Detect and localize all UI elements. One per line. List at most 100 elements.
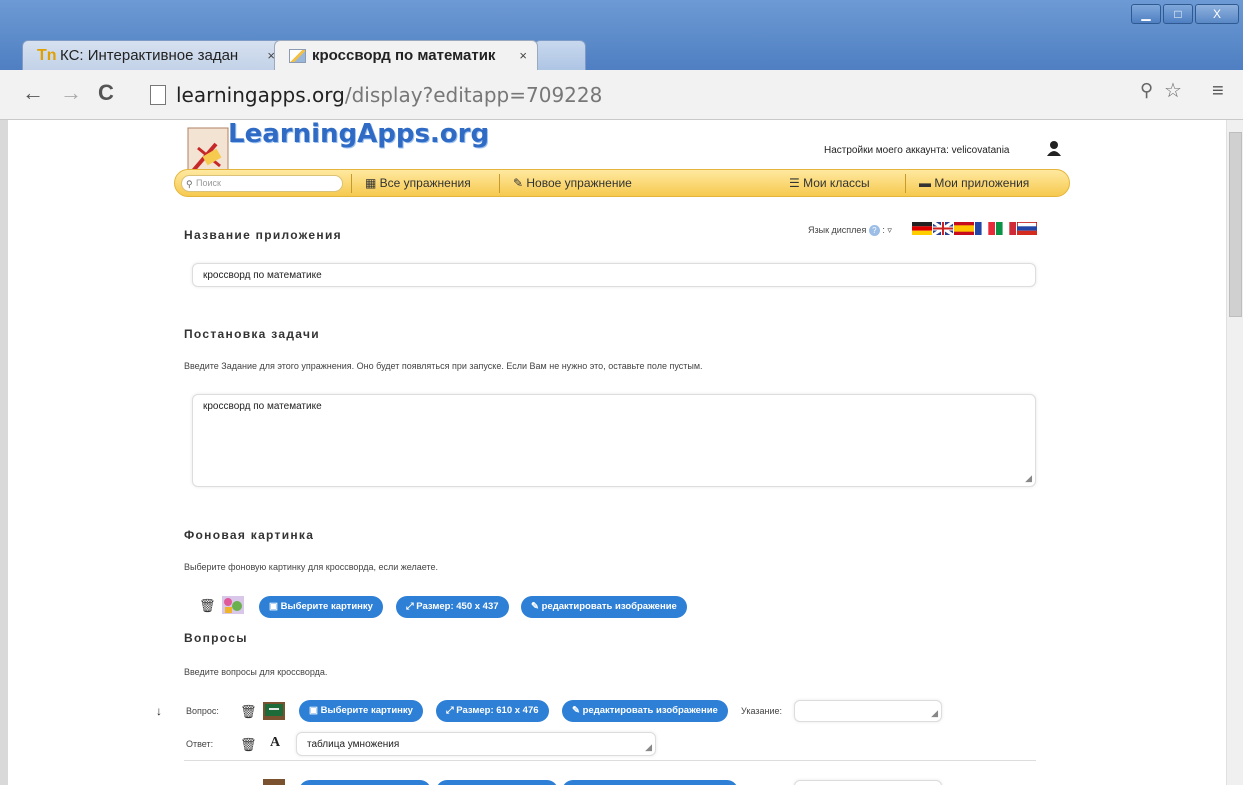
main-navbar: ⚲ Поиск ▦ Все упражнения ✎ Новое упражне… <box>174 169 1070 197</box>
task-title: Постановка задачи <box>184 327 320 341</box>
resize-icon: ⤢ <box>406 601 417 612</box>
question-edit-image-button[interactable]: ✎ редактировать изображение <box>562 700 728 722</box>
browser-titlebar: ▁ □ X Tn КС: Интерактивное задан × кросс… <box>0 0 1243 70</box>
menu-icon[interactable]: ≡ <box>1212 80 1224 103</box>
account-settings-link[interactable]: Настройки моего аккаунта: velicovatania <box>824 145 1009 156</box>
nav-my-classes[interactable]: ☰ Мои классы <box>789 176 870 190</box>
hint-input[interactable]: ◢ <box>794 700 942 722</box>
background-title: Фоновая картинка <box>184 528 315 542</box>
tab-crossword[interactable]: кроссворд по математик × <box>274 40 538 70</box>
url-path: /display?editapp=709228 <box>344 83 603 107</box>
nav-divider <box>905 174 906 193</box>
questions-hint: Введите вопросы для кроссворда. <box>184 667 328 677</box>
scrollbar-thumb[interactable] <box>1229 132 1242 317</box>
question-image-size-button[interactable]: ⤢ Размер: 610 x 476 <box>436 700 549 722</box>
nav-label: Все упражнения <box>379 176 471 190</box>
question-thumbnail <box>263 779 285 785</box>
folder-icon: ▬ <box>919 176 935 190</box>
button-label: редактировать изображение <box>541 601 677 612</box>
choose-image-button[interactable]: ▣ Выберите картинку <box>259 596 383 618</box>
app-name-input[interactable]: кроссворд по математике <box>192 263 1036 287</box>
image-icon: ▣ <box>309 705 321 716</box>
forward-icon[interactable]: → <box>60 80 82 106</box>
question-image-size-button[interactable] <box>436 780 558 785</box>
maximize-button[interactable]: □ <box>1163 4 1193 24</box>
button-label: Размер: 450 x 437 <box>416 601 499 612</box>
drag-handle-icon[interactable]: ↓ <box>156 704 162 718</box>
close-window-button[interactable]: X <box>1195 4 1239 24</box>
tab-title: кроссворд по математик <box>312 47 496 64</box>
image-size-button[interactable]: ⤢ Размер: 450 x 437 <box>396 596 509 618</box>
back-icon[interactable]: ← <box>22 80 44 106</box>
resize-handle-icon[interactable]: ◢ <box>931 708 938 719</box>
bookmark-star-icon[interactable]: ☆ <box>1164 78 1182 103</box>
button-label: Размер: 610 x 476 <box>456 705 539 716</box>
text-mode-icon[interactable]: A <box>270 735 280 751</box>
nav-divider <box>351 174 352 193</box>
list-icon: ☰ <box>789 176 804 190</box>
question-divider <box>184 760 1036 761</box>
url-text[interactable]: learningapps.org/display?editapp=709228 <box>176 83 602 107</box>
dropdown-icon[interactable]: : ▿ <box>882 225 892 235</box>
flag-fr-icon[interactable] <box>975 222 995 235</box>
trash-icon[interactable]: 🗑 <box>240 704 257 720</box>
tab-interactive-task[interactable]: Tn КС: Интерактивное задан × <box>22 40 286 70</box>
address-bar[interactable]: learningapps.org/display?editapp=709228 <box>140 78 1206 112</box>
flag-gb-icon[interactable] <box>933 222 953 235</box>
nav-label: Мои классы <box>803 176 870 190</box>
edit-icon: ✎ <box>531 601 542 612</box>
edit-icon: ✎ <box>513 176 527 190</box>
background-thumbnail <box>222 596 244 614</box>
search-icon: ⚲ <box>186 179 193 189</box>
grid-icon: ▦ <box>365 176 380 190</box>
flag-it-icon[interactable] <box>996 222 1016 235</box>
favicon-icon: Tn <box>37 46 57 64</box>
button-label: редактировать изображение <box>582 705 718 716</box>
hint-input[interactable] <box>794 780 942 785</box>
resize-icon: ⤢ <box>446 705 457 716</box>
hint-label: Указание: <box>741 706 782 716</box>
button-label: Выберите картинку <box>280 601 373 612</box>
background-hint: Выберите фоновую картинку для кроссворда… <box>184 562 438 572</box>
tab-strip: Tn КС: Интерактивное задан × кроссворд п… <box>22 36 586 70</box>
display-language: Язык дисплея ? : ▿ <box>808 225 892 236</box>
trash-icon[interactable]: 🗑 <box>199 598 216 614</box>
flag-de-icon[interactable] <box>912 222 932 235</box>
question-edit-image-button[interactable] <box>562 780 738 785</box>
search-input[interactable]: ⚲ Поиск <box>181 175 343 192</box>
question-choose-image-button[interactable] <box>299 780 431 785</box>
resize-handle-icon[interactable]: ◢ <box>645 742 652 753</box>
nav-divider <box>499 174 500 193</box>
favicon-icon <box>289 48 306 63</box>
window-controls: ▁ □ X <box>1131 4 1239 24</box>
task-textarea[interactable]: кроссворд по математике ◢ <box>192 394 1036 487</box>
nav-all-exercises[interactable]: ▦ Все упражнения <box>365 176 471 190</box>
tab-close-icon[interactable]: × <box>519 48 527 63</box>
reload-icon[interactable]: C <box>98 80 114 106</box>
edit-icon: ✎ <box>572 705 583 716</box>
help-icon[interactable]: ? <box>868 225 880 236</box>
edit-image-button[interactable]: ✎ редактировать изображение <box>521 596 687 618</box>
answer-input[interactable]: таблица умножения ◢ <box>296 732 656 756</box>
url-domain: learningapps.org <box>176 83 345 107</box>
user-icon[interactable] <box>1046 140 1062 156</box>
site-logo[interactable]: LearningApps.org <box>228 119 489 149</box>
new-tab-button[interactable] <box>534 40 586 70</box>
resize-handle-icon[interactable]: ◢ <box>1025 473 1032 484</box>
page-icon <box>150 85 166 105</box>
nav-my-apps[interactable]: ▬ Мои приложения <box>919 176 1029 190</box>
app-name-title: Название приложения <box>184 228 342 242</box>
trash-icon[interactable]: 🗑 <box>240 737 257 753</box>
button-label: Выберите картинку <box>320 705 413 716</box>
browser-toolbar: ← → C learningapps.org/display?editapp=7… <box>0 70 1243 120</box>
language-label: Язык дисплея <box>808 225 867 235</box>
zoom-icon[interactable]: ⚲ <box>1140 80 1153 101</box>
minimize-button[interactable]: ▁ <box>1131 4 1161 24</box>
question-thumbnail <box>263 702 285 720</box>
vertical-scrollbar[interactable] <box>1226 120 1243 785</box>
flag-ru-icon[interactable] <box>1017 222 1037 235</box>
flag-es-icon[interactable] <box>954 222 974 235</box>
task-hint: Введите Задание для этого упражнения. Он… <box>184 361 703 371</box>
nav-new-exercise[interactable]: ✎ Новое упражнение <box>513 176 632 190</box>
question-choose-image-button[interactable]: ▣ Выберите картинку <box>299 700 423 722</box>
